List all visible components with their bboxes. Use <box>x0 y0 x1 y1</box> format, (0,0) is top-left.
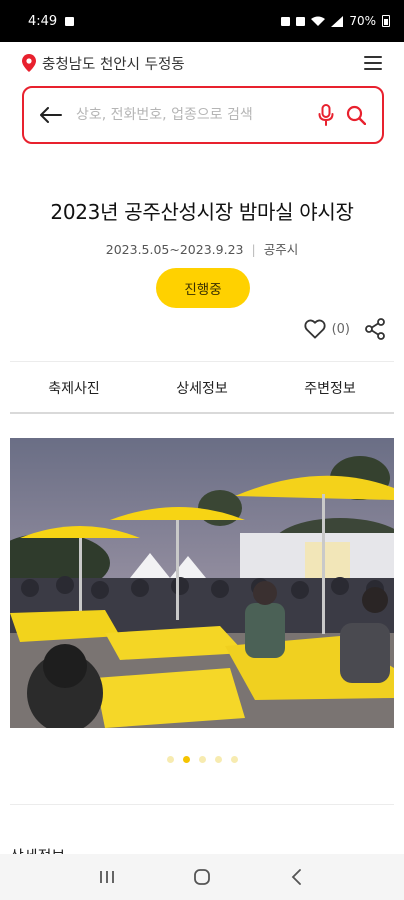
wifi-icon <box>311 16 326 26</box>
carousel-dot[interactable] <box>230 756 238 763</box>
heart-icon[interactable] <box>304 319 326 339</box>
carousel-dot[interactable] <box>166 756 174 763</box>
gallery-notification-icon <box>65 16 75 26</box>
signal-icon <box>331 15 344 27</box>
home-icon[interactable] <box>182 857 222 897</box>
tab-details[interactable]: 상세정보 <box>138 364 266 412</box>
location-selector[interactable]: 충청남도 천안시 두정동 <box>22 53 185 74</box>
carousel-dot-active[interactable] <box>182 756 190 763</box>
share-icon[interactable] <box>364 318 386 340</box>
alarm-icon <box>281 16 291 26</box>
festival-photo[interactable] <box>10 438 394 728</box>
divider <box>10 361 394 362</box>
search-input[interactable] <box>76 107 310 123</box>
location-text: 충청남도 천안시 두정동 <box>42 56 185 73</box>
event-meta: 2023.5.05~2023.9.23 | 공주시 <box>0 239 404 258</box>
back-arrow-icon[interactable] <box>38 102 64 128</box>
menu-icon[interactable] <box>364 56 382 70</box>
status-time: 4:49 <box>28 13 58 29</box>
event-date-range: 2023.5.05~2023.9.23 <box>105 242 244 257</box>
tab-nearby-info[interactable]: 주변정보 <box>266 364 394 412</box>
event-actions: (0) <box>304 318 386 340</box>
battery-icon <box>382 15 390 27</box>
location-pin-icon <box>22 54 36 72</box>
carousel-indicator <box>0 756 404 763</box>
battery-percent: 70% <box>349 14 376 28</box>
festival-photo-illustration <box>10 438 394 728</box>
meta-separator: | <box>251 242 256 257</box>
mute-icon <box>296 16 306 26</box>
search-icon[interactable] <box>342 101 370 129</box>
carousel-dot[interactable] <box>214 756 222 763</box>
search-box <box>22 86 384 144</box>
back-icon[interactable] <box>277 857 317 897</box>
system-navigation-bar <box>0 854 404 900</box>
status-bar: 4:49 70% <box>0 0 404 42</box>
recent-apps-icon[interactable] <box>87 857 127 897</box>
status-badge: 진행중 <box>156 268 250 308</box>
tab-festival-photos[interactable]: 축제사진 <box>10 364 138 412</box>
like-count: (0) <box>331 321 350 337</box>
divider <box>10 804 394 805</box>
tab-bar: 축제사진 상세정보 주변정보 <box>10 364 394 414</box>
location-bar: 충청남도 천안시 두정동 <box>0 44 404 82</box>
event-title: 2023년 공주산성시장 밤마실 야시장 <box>50 200 354 224</box>
event-city: 공주시 <box>263 242 299 257</box>
microphone-icon[interactable] <box>312 101 340 129</box>
carousel-dot[interactable] <box>198 756 206 763</box>
